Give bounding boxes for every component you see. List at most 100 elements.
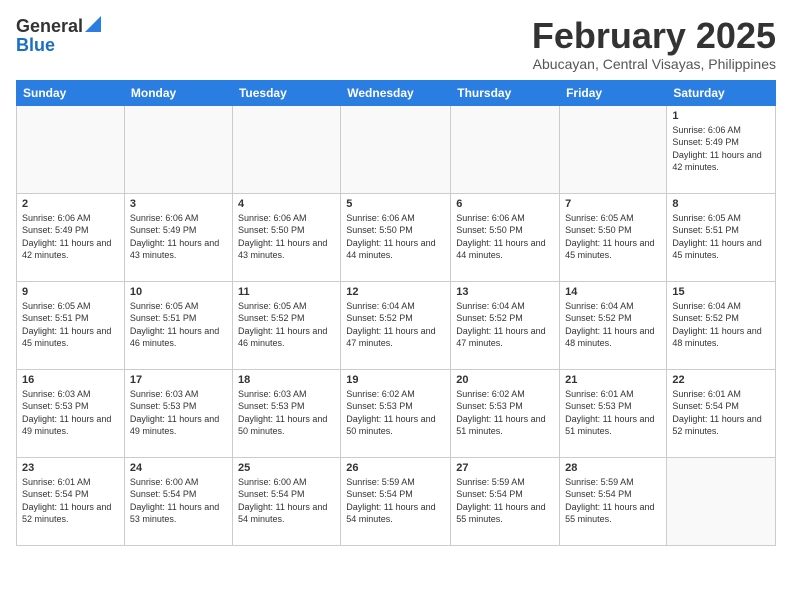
location-subtitle: Abucayan, Central Visayas, Philippines [532, 56, 776, 72]
day-number: 21 [565, 374, 661, 386]
day-info: Sunrise: 6:03 AM Sunset: 5:53 PM Dayligh… [238, 388, 335, 438]
day-number: 10 [130, 286, 227, 298]
calendar-cell: 15 Sunrise: 6:04 AM Sunset: 5:52 PM Dayli… [667, 281, 776, 369]
day-info: Sunrise: 6:02 AM Sunset: 5:53 PM Dayligh… [456, 388, 554, 438]
day-number: 18 [238, 374, 335, 386]
day-info: Sunrise: 6:06 AM Sunset: 5:50 PM Dayligh… [346, 212, 445, 262]
day-info: Sunrise: 6:06 AM Sunset: 5:49 PM Dayligh… [672, 124, 770, 174]
day-info: Sunrise: 6:06 AM Sunset: 5:49 PM Dayligh… [130, 212, 227, 262]
day-number: 27 [456, 462, 554, 474]
day-number: 16 [22, 374, 119, 386]
weekday-header-sunday: Sunday [17, 80, 125, 105]
logo-arrow-icon [85, 16, 101, 32]
calendar-cell: 5 Sunrise: 6:06 AM Sunset: 5:50 PM Daylig… [341, 193, 451, 281]
calendar-week-4: 16 Sunrise: 6:03 AM Sunset: 5:53 PM Dayli… [17, 369, 776, 457]
calendar-cell: 26 Sunrise: 5:59 AM Sunset: 5:54 PM Dayli… [341, 457, 451, 545]
calendar-cell [560, 105, 667, 193]
weekday-header-thursday: Thursday [451, 80, 560, 105]
day-info: Sunrise: 6:05 AM Sunset: 5:50 PM Dayligh… [565, 212, 661, 262]
calendar-cell: 1 Sunrise: 6:06 AM Sunset: 5:49 PM Daylig… [667, 105, 776, 193]
calendar-week-2: 2 Sunrise: 6:06 AM Sunset: 5:49 PM Daylig… [17, 193, 776, 281]
calendar-cell: 6 Sunrise: 6:06 AM Sunset: 5:50 PM Daylig… [451, 193, 560, 281]
calendar-cell: 9 Sunrise: 6:05 AM Sunset: 5:51 PM Daylig… [17, 281, 125, 369]
title-block: February 2025 Abucayan, Central Visayas,… [532, 16, 776, 72]
calendar-cell: 3 Sunrise: 6:06 AM Sunset: 5:49 PM Daylig… [124, 193, 232, 281]
calendar-cell: 16 Sunrise: 6:03 AM Sunset: 5:53 PM Dayli… [17, 369, 125, 457]
calendar-cell: 8 Sunrise: 6:05 AM Sunset: 5:51 PM Daylig… [667, 193, 776, 281]
calendar-cell: 20 Sunrise: 6:02 AM Sunset: 5:53 PM Dayli… [451, 369, 560, 457]
day-info: Sunrise: 6:00 AM Sunset: 5:54 PM Dayligh… [238, 476, 335, 526]
calendar-cell [17, 105, 125, 193]
day-number: 6 [456, 198, 554, 210]
day-number: 22 [672, 374, 770, 386]
day-number: 20 [456, 374, 554, 386]
day-info: Sunrise: 6:03 AM Sunset: 5:53 PM Dayligh… [130, 388, 227, 438]
day-number: 25 [238, 462, 335, 474]
day-info: Sunrise: 6:05 AM Sunset: 5:51 PM Dayligh… [672, 212, 770, 262]
day-info: Sunrise: 6:04 AM Sunset: 5:52 PM Dayligh… [565, 300, 661, 350]
day-number: 13 [456, 286, 554, 298]
day-number: 11 [238, 286, 335, 298]
calendar-cell [341, 105, 451, 193]
weekday-header-friday: Friday [560, 80, 667, 105]
calendar-cell: 25 Sunrise: 6:00 AM Sunset: 5:54 PM Dayli… [232, 457, 340, 545]
calendar-week-1: 1 Sunrise: 6:06 AM Sunset: 5:49 PM Daylig… [17, 105, 776, 193]
day-number: 26 [346, 462, 445, 474]
day-info: Sunrise: 6:06 AM Sunset: 5:49 PM Dayligh… [22, 212, 119, 262]
weekday-header-monday: Monday [124, 80, 232, 105]
weekday-header-wednesday: Wednesday [341, 80, 451, 105]
logo-blue-text: Blue [16, 36, 101, 54]
calendar-cell: 19Sunrise: 6:02 AM Sunset: 5:53 PM Dayli… [341, 369, 451, 457]
day-number: 14 [565, 286, 661, 298]
calendar-cell [124, 105, 232, 193]
day-info: Sunrise: 6:03 AM Sunset: 5:53 PM Dayligh… [22, 388, 119, 438]
calendar-cell: 21 Sunrise: 6:01 AM Sunset: 5:53 PM Dayli… [560, 369, 667, 457]
calendar-cell [451, 105, 560, 193]
calendar-header-row: SundayMondayTuesdayWednesdayThursdayFrid… [17, 80, 776, 105]
calendar-cell: 2 Sunrise: 6:06 AM Sunset: 5:49 PM Daylig… [17, 193, 125, 281]
calendar-cell: 10 Sunrise: 6:05 AM Sunset: 5:51 PM Dayli… [124, 281, 232, 369]
calendar-cell: 4Sunrise: 6:06 AM Sunset: 5:50 PM Daylig… [232, 193, 340, 281]
day-info: Sunrise: 5:59 AM Sunset: 5:54 PM Dayligh… [456, 476, 554, 526]
day-number: 7 [565, 198, 661, 210]
day-info: Sunrise: 6:04 AM Sunset: 5:52 PM Dayligh… [672, 300, 770, 350]
calendar-cell: 13 Sunrise: 6:04 AM Sunset: 5:52 PM Dayli… [451, 281, 560, 369]
calendar-table: SundayMondayTuesdayWednesdayThursdayFrid… [16, 80, 776, 546]
day-info: Sunrise: 6:01 AM Sunset: 5:54 PM Dayligh… [672, 388, 770, 438]
day-info: Sunrise: 6:02 AM Sunset: 5:53 PM Dayligh… [346, 388, 445, 438]
day-number: 28 [565, 462, 661, 474]
day-number: 3 [130, 198, 227, 210]
logo-general-text: General [16, 17, 83, 35]
calendar-cell: 18 Sunrise: 6:03 AM Sunset: 5:53 PM Dayli… [232, 369, 340, 457]
day-number: 4 [238, 198, 335, 210]
day-number: 8 [672, 198, 770, 210]
day-number: 24 [130, 462, 227, 474]
calendar-cell: 28 Sunrise: 5:59 AM Sunset: 5:54 PM Dayli… [560, 457, 667, 545]
day-info: Sunrise: 6:04 AM Sunset: 5:52 PM Dayligh… [456, 300, 554, 350]
day-info: Sunrise: 6:05 AM Sunset: 5:51 PM Dayligh… [22, 300, 119, 350]
weekday-header-tuesday: Tuesday [232, 80, 340, 105]
day-info: Sunrise: 6:06 AM Sunset: 5:50 PM Dayligh… [456, 212, 554, 262]
day-info: Sunrise: 6:01 AM Sunset: 5:53 PM Dayligh… [565, 388, 661, 438]
day-number: 15 [672, 286, 770, 298]
calendar-week-3: 9 Sunrise: 6:05 AM Sunset: 5:51 PM Daylig… [17, 281, 776, 369]
day-number: 5 [346, 198, 445, 210]
day-number: 9 [22, 286, 119, 298]
weekday-header-saturday: Saturday [667, 80, 776, 105]
calendar-cell: 27 Sunrise: 5:59 AM Sunset: 5:54 PM Dayli… [451, 457, 560, 545]
calendar-week-5: 23Sunrise: 6:01 AM Sunset: 5:54 PM Dayli… [17, 457, 776, 545]
calendar-cell: 11Sunrise: 6:05 AM Sunset: 5:52 PM Dayli… [232, 281, 340, 369]
calendar-cell: 7 Sunrise: 6:05 AM Sunset: 5:50 PM Daylig… [560, 193, 667, 281]
day-info: Sunrise: 5:59 AM Sunset: 5:54 PM Dayligh… [346, 476, 445, 526]
calendar-cell: 14 Sunrise: 6:04 AM Sunset: 5:52 PM Dayli… [560, 281, 667, 369]
day-number: 2 [22, 198, 119, 210]
calendar-cell: 24Sunrise: 6:00 AM Sunset: 5:54 PM Dayli… [124, 457, 232, 545]
day-info: Sunrise: 6:01 AM Sunset: 5:54 PM Dayligh… [22, 476, 119, 526]
day-info: Sunrise: 6:04 AM Sunset: 5:52 PM Dayligh… [346, 300, 445, 350]
day-info: Sunrise: 6:05 AM Sunset: 5:51 PM Dayligh… [130, 300, 227, 350]
calendar-cell: 17Sunrise: 6:03 AM Sunset: 5:53 PM Dayli… [124, 369, 232, 457]
calendar-cell [667, 457, 776, 545]
day-number: 1 [672, 110, 770, 122]
day-info: Sunrise: 5:59 AM Sunset: 5:54 PM Dayligh… [565, 476, 661, 526]
logo: General Blue [16, 16, 101, 54]
